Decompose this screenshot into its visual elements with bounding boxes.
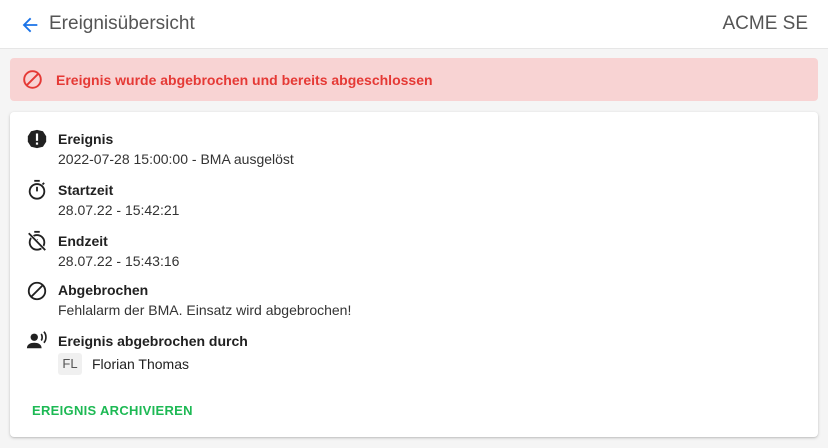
event-label: Ereignis <box>58 131 114 147</box>
person-chip: FL Florian Thomas <box>58 352 189 376</box>
event-details-card: Ereignis 2022-07-28 15:00:00 - BMA ausge… <box>10 112 818 437</box>
aborted-label: Abgebrochen <box>58 282 149 298</box>
stopwatch-icon <box>28 179 46 200</box>
alert-message: Ereignis wurde abgebrochen und bereits a… <box>56 72 433 88</box>
aborted-by-label: Ereignis abgebrochen durch <box>58 333 248 349</box>
arrow-left-icon <box>22 17 38 33</box>
archive-event-button[interactable]: EREIGNIS ARCHIVIEREN <box>26 400 199 422</box>
status-alert: Ereignis wurde abgebrochen und bereits a… <box>10 58 818 101</box>
end-time-label: Endzeit <box>58 233 108 249</box>
block-icon <box>23 70 42 89</box>
avatar: FL <box>58 353 82 375</box>
organization-name: ACME SE <box>722 13 808 34</box>
app-bar: Ereignisübersicht ACME SE <box>0 0 828 49</box>
person-name: Florian Thomas <box>92 356 190 372</box>
start-time-value: 28.07.22 - 15:42:21 <box>58 202 180 218</box>
person-speaking-icon <box>26 331 47 349</box>
start-time-label: Startzeit <box>58 182 114 198</box>
back-button[interactable] <box>18 13 42 37</box>
timer-off-icon <box>27 230 47 252</box>
end-time-value: 28.07.22 - 15:43:16 <box>58 253 180 269</box>
block-icon <box>27 281 47 301</box>
event-value: 2022-07-28 15:00:00 - BMA ausgelöst <box>58 151 294 167</box>
aborted-reason: Fehlalarm der BMA. Einsatz wird abgebroc… <box>58 302 352 318</box>
page-title: Ereignisübersicht <box>49 13 195 34</box>
alert-circle-icon <box>27 129 47 149</box>
